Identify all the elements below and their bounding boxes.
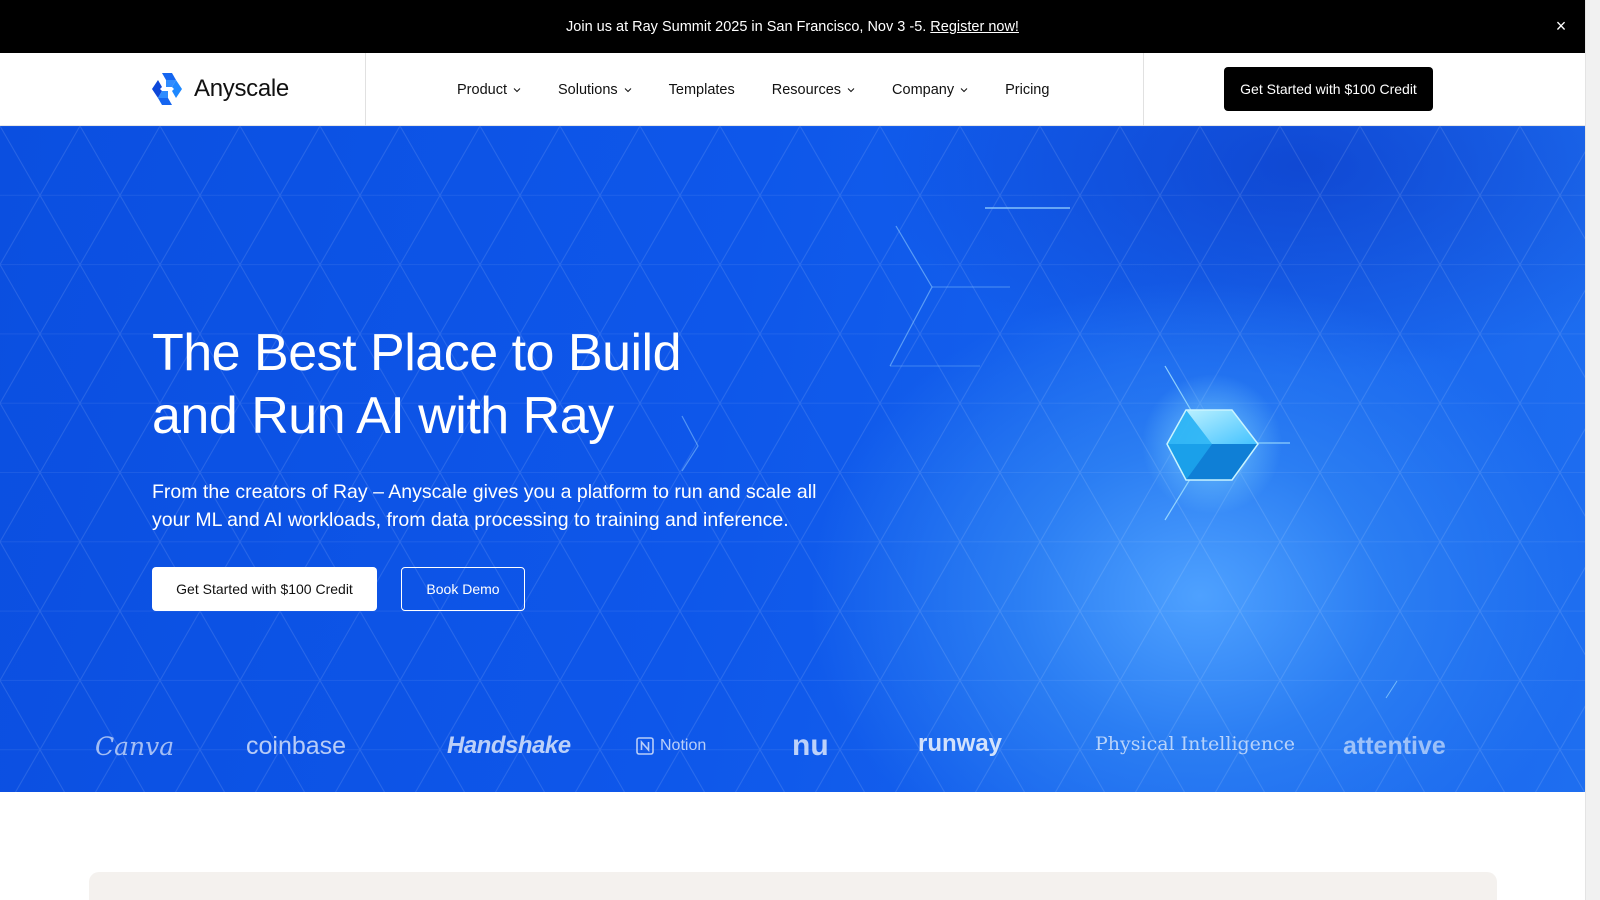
brand-name: Anyscale bbox=[194, 75, 289, 103]
book-demo-button[interactable]: Book Demo bbox=[401, 567, 525, 611]
close-icon[interactable]: × bbox=[1551, 16, 1571, 36]
announcement-bar: Join us at Ray Summit 2025 in San Franci… bbox=[0, 0, 1585, 53]
header-divider bbox=[365, 53, 366, 126]
customer-logo-nu: nu bbox=[792, 724, 829, 768]
brand-logo[interactable]: Anyscale bbox=[152, 71, 289, 107]
notion-icon bbox=[635, 736, 655, 756]
header-get-started-button[interactable]: Get Started with $100 Credit bbox=[1224, 67, 1433, 111]
customer-logo-coinbase: coinbase bbox=[246, 724, 346, 768]
main-nav: Product Solutions Templates Resources Co… bbox=[457, 53, 1086, 126]
anyscale-logo-icon bbox=[152, 71, 186, 107]
nav-templates[interactable]: Templates bbox=[669, 82, 735, 98]
nav-product-label: Product bbox=[457, 82, 507, 98]
nav-pricing[interactable]: Pricing bbox=[1005, 82, 1049, 98]
hero-section: The Best Place to Build and Run AI with … bbox=[0, 126, 1585, 792]
customer-logo-notion: Notion bbox=[635, 724, 706, 768]
customer-logos: Canva coinbase Handshake Notion nu runwa… bbox=[0, 724, 1585, 768]
chevron-down-icon bbox=[624, 86, 632, 94]
nav-company-label: Company bbox=[892, 82, 954, 98]
customer-logo-attentive: attentive bbox=[1343, 724, 1446, 768]
content-card bbox=[89, 872, 1497, 900]
hero-title: The Best Place to Build and Run AI with … bbox=[152, 322, 681, 448]
nav-templates-label: Templates bbox=[669, 82, 735, 98]
site-header: Anyscale Product Solutions Templates Res… bbox=[0, 53, 1585, 126]
hero-subtitle: From the creators of Ray – Anyscale give… bbox=[152, 478, 832, 534]
nav-company[interactable]: Company bbox=[892, 82, 968, 98]
header-divider bbox=[1143, 53, 1144, 126]
customer-logo-runway: runway bbox=[918, 722, 1002, 766]
hero-get-started-button[interactable]: Get Started with $100 Credit bbox=[152, 567, 377, 611]
hero-background-pattern bbox=[0, 126, 1585, 792]
scrollbar[interactable] bbox=[1585, 0, 1600, 900]
nav-resources-label: Resources bbox=[772, 82, 841, 98]
customer-logo-handshake: Handshake bbox=[447, 724, 571, 768]
nav-solutions[interactable]: Solutions bbox=[558, 82, 632, 98]
chevron-down-icon bbox=[847, 86, 855, 94]
nav-pricing-label: Pricing bbox=[1005, 82, 1049, 98]
chevron-down-icon bbox=[513, 86, 521, 94]
register-link[interactable]: Register now! bbox=[930, 19, 1019, 35]
customer-logo-canva: Canva bbox=[95, 724, 174, 768]
nav-resources[interactable]: Resources bbox=[772, 82, 855, 98]
nav-solutions-label: Solutions bbox=[558, 82, 618, 98]
chevron-down-icon bbox=[960, 86, 968, 94]
announcement-text: Join us at Ray Summit 2025 in San Franci… bbox=[566, 19, 926, 35]
nav-product[interactable]: Product bbox=[457, 82, 521, 98]
customer-logo-physical-intelligence: Physical Intelligence bbox=[1095, 722, 1295, 766]
